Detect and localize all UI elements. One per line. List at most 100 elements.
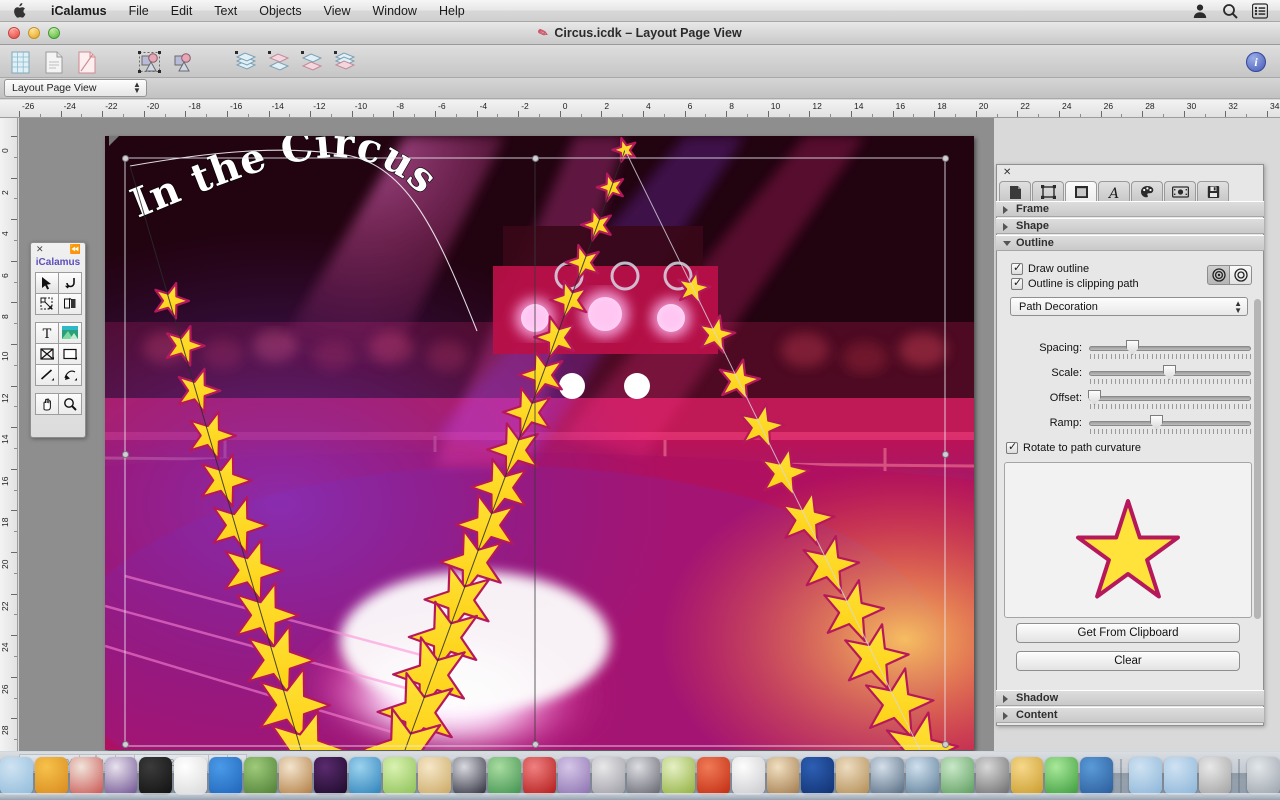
section-content[interactable]: Content [996, 707, 1264, 723]
section-frame[interactable]: Frame [996, 201, 1264, 217]
dock-item-downloads-stack[interactable] [1199, 757, 1232, 795]
clipping-path-checkbox-row[interactable]: Outline is clipping path [1011, 278, 1139, 290]
zoom-button[interactable] [48, 27, 60, 39]
dock-item-applications-folder[interactable] [1129, 757, 1162, 795]
checkbox[interactable] [1006, 442, 1018, 454]
dock-item-textedit[interactable] [732, 757, 765, 795]
bring-forward-icon[interactable] [266, 49, 292, 75]
rectangle-tool[interactable] [58, 343, 82, 365]
dock-item-microscope-app[interactable] [627, 757, 660, 795]
dock-item-iphoto[interactable] [349, 757, 382, 795]
inspector-scrollbar[interactable] [1253, 203, 1262, 639]
double-chevron-left-icon[interactable]: ⏪ [70, 244, 81, 254]
info-icon[interactable]: i [1246, 52, 1266, 72]
selection-handle-bottom-right[interactable] [942, 741, 949, 748]
apple-menu-icon[interactable] [12, 3, 26, 19]
selection-handle-top-left[interactable] [122, 155, 129, 162]
close-button[interactable] [8, 27, 20, 39]
text-tab[interactable]: A [1098, 181, 1130, 202]
new-page-icon[interactable] [41, 49, 67, 75]
selection-handle-mid-right[interactable] [942, 451, 949, 458]
rotate-tool[interactable] [58, 272, 82, 294]
send-backward-icon[interactable] [299, 49, 325, 75]
dock-item-imovie[interactable] [871, 757, 904, 795]
dock-item-finder[interactable] [0, 757, 33, 795]
close-icon[interactable]: ✕ [1003, 168, 1011, 178]
menu-item-window[interactable]: Window [362, 0, 428, 22]
spacing-track[interactable] [1089, 346, 1251, 351]
outline-mode-outer-button[interactable] [1229, 265, 1252, 285]
menu-item-view[interactable]: View [313, 0, 362, 22]
tool-palette[interactable]: ✕ ⏪ iCalamus T [30, 242, 86, 438]
dock-item-mouse-app[interactable] [976, 757, 1009, 795]
menu-item-objects[interactable]: Objects [248, 0, 312, 22]
selection-handle-bottom-center[interactable] [532, 741, 539, 748]
dock-item-mirror-app[interactable] [906, 757, 939, 795]
image-tab[interactable] [1164, 181, 1196, 202]
dock-item-documents-folder[interactable] [1164, 757, 1197, 795]
color-tab[interactable] [1131, 181, 1163, 202]
dock-item-qr-code-app[interactable] [209, 757, 242, 795]
cross-box-tool[interactable] [35, 343, 59, 365]
send-to-back-icon[interactable] [332, 49, 358, 75]
dock-item-dictionary[interactable] [279, 757, 312, 795]
clear-button[interactable]: Clear [1016, 651, 1240, 671]
document-page[interactable]: In the Circus [105, 136, 974, 750]
menu-item-icalamus[interactable]: iCalamus [40, 0, 118, 22]
draw-outline-checkbox-row[interactable]: Draw outline [1011, 263, 1089, 275]
document-canvas[interactable]: In the Circus [19, 118, 994, 751]
spotlight-search-icon[interactable] [1222, 3, 1238, 19]
dock-item-pages-app[interactable] [453, 757, 486, 795]
bezier-path-tool[interactable] [58, 364, 82, 386]
ungroup-objects-icon[interactable] [170, 49, 196, 75]
scale-tool[interactable] [35, 293, 59, 315]
dock-item-amazon[interactable] [139, 757, 172, 795]
dock-item-music-app[interactable] [314, 757, 347, 795]
dock-item-recycle-app[interactable] [1045, 757, 1078, 795]
bring-to-front-icon[interactable] [233, 49, 259, 75]
object-tab[interactable] [1065, 181, 1097, 202]
dock-item-angel-app[interactable] [418, 757, 451, 795]
group-objects-icon[interactable] [137, 49, 163, 75]
notification-center-icon[interactable] [1252, 3, 1268, 19]
dock-item-stopwatch-app[interactable] [592, 757, 625, 795]
document-tab[interactable] [999, 181, 1031, 202]
dock-item-plant-app[interactable] [941, 757, 974, 795]
new-layout-icon[interactable] [8, 49, 34, 75]
dock-item-jellyfish-app[interactable] [383, 757, 416, 795]
dock-item-trash[interactable] [1247, 757, 1280, 795]
menu-item-file[interactable]: File [118, 0, 160, 22]
frame-tab[interactable] [1032, 181, 1064, 202]
menu-item-edit[interactable]: Edit [160, 0, 204, 22]
dock-item-adobe-acrobat[interactable] [35, 757, 68, 795]
ramp-track[interactable] [1089, 421, 1251, 426]
selection-handle-mid-left[interactable] [122, 451, 129, 458]
dock-item-butter-app[interactable] [1011, 757, 1044, 795]
dock-item-scrapbook-app[interactable] [767, 757, 800, 795]
dock-item-un-flag-app[interactable] [1080, 757, 1113, 795]
selection-handle-top-center[interactable] [532, 155, 539, 162]
scrollbar-thumb[interactable] [1254, 299, 1261, 619]
outline-mode-inner-button[interactable] [1207, 265, 1230, 285]
circus-photo-frame[interactable]: In the Circus [105, 136, 974, 750]
dock-item-brain-app[interactable] [558, 757, 591, 795]
decoration-preview[interactable] [1004, 462, 1252, 618]
delete-page-icon[interactable] [74, 49, 100, 75]
horizontal-ruler[interactable]: -26-24-22-20-18-16-14-12-10-8-6-4-202468… [0, 100, 1280, 118]
dock-item-mozart-app-2[interactable] [105, 757, 138, 795]
dock-item-red-feather-app[interactable] [523, 757, 556, 795]
view-mode-popup[interactable]: Layout Page View ▲▼ [4, 79, 147, 97]
close-icon[interactable]: ✕ [36, 244, 44, 254]
section-shape[interactable]: Shape [996, 218, 1264, 234]
user-icon[interactable] [1192, 3, 1208, 19]
zoom-tool[interactable] [58, 393, 82, 415]
menu-item-help[interactable]: Help [428, 0, 476, 22]
dock-item-papers-app[interactable] [801, 757, 834, 795]
selection-handle-top-right[interactable] [942, 155, 949, 162]
checkbox[interactable] [1011, 278, 1023, 290]
image-frame-tool[interactable] [58, 322, 82, 344]
section-outline[interactable]: Outline [996, 235, 1264, 251]
hand-tool[interactable] [35, 393, 59, 415]
dock-item-maps-app[interactable] [836, 757, 869, 795]
dock-item-barcode-app[interactable] [174, 757, 207, 795]
